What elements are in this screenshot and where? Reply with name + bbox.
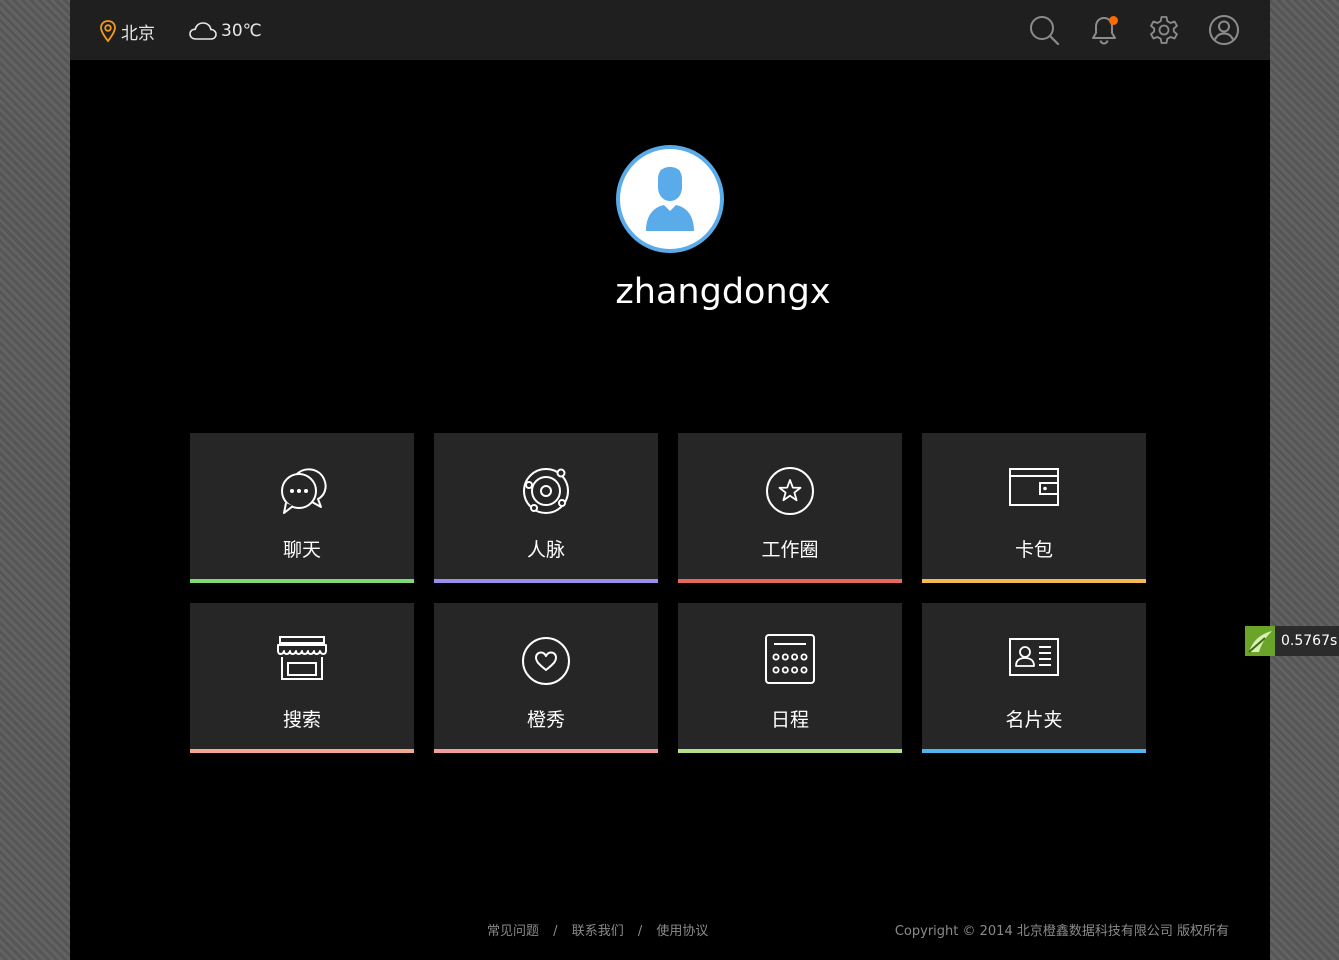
storefront-icon bbox=[277, 636, 327, 680]
tile-chengxiu[interactable]: 橙秀 bbox=[434, 603, 658, 753]
footer-links: 常见问题 / 联系我们 / 使用协议 bbox=[487, 920, 708, 939]
tile-accent-bar bbox=[190, 749, 414, 753]
leaf-logo-icon bbox=[1245, 626, 1275, 656]
tile-schedule[interactable]: 日程 bbox=[678, 603, 902, 753]
calendar-grid-icon bbox=[765, 634, 815, 684]
user-icon[interactable] bbox=[1208, 14, 1240, 46]
copyright-text: Copyright © 2014 北京橙鑫数据科技有限公司 版权所有 bbox=[894, 924, 1229, 939]
perf-timer-badge[interactable]: 0.5767s bbox=[1245, 626, 1339, 656]
network-orbit-icon bbox=[523, 468, 569, 514]
tile-network[interactable]: 人脉 bbox=[434, 433, 658, 583]
tile-label: 卡包 bbox=[1014, 539, 1053, 561]
top-bar: 北京 30℃ bbox=[70, 0, 1270, 60]
contact-card-icon bbox=[1009, 638, 1059, 676]
tile-chat[interactable]: 聊天 bbox=[190, 433, 414, 583]
avatar[interactable] bbox=[616, 145, 724, 253]
location-label: 北京 bbox=[121, 23, 155, 44]
tile-accent-bar bbox=[434, 749, 658, 753]
notification-badge bbox=[1109, 16, 1118, 25]
star-circle-icon bbox=[766, 467, 814, 515]
user-silhouette-icon bbox=[646, 167, 694, 231]
tile-accent-bar bbox=[434, 579, 658, 583]
weather-indicator: 30℃ bbox=[188, 18, 262, 44]
heart-circle-icon bbox=[522, 637, 570, 685]
faq-link[interactable]: 常见问题 bbox=[487, 924, 539, 939]
tile-wallet[interactable]: 卡包 bbox=[922, 433, 1146, 583]
tile-label: 工作圈 bbox=[761, 539, 819, 561]
tile-accent-bar bbox=[678, 579, 902, 583]
username: zhangdongx bbox=[615, 272, 831, 312]
search-icon[interactable] bbox=[1028, 14, 1060, 46]
tile-label: 人脉 bbox=[526, 539, 565, 561]
footer-separator: / bbox=[637, 924, 643, 939]
temperature-label: 30℃ bbox=[221, 21, 262, 41]
location-pin-icon bbox=[100, 20, 116, 43]
location-selector[interactable]: 北京 bbox=[98, 18, 155, 44]
timer-value: 0.5767s bbox=[1281, 633, 1338, 649]
terms-of-use-link[interactable]: 使用协议 bbox=[656, 924, 708, 939]
tile-search[interactable]: 搜索 bbox=[190, 603, 414, 753]
tile-label: 日程 bbox=[770, 709, 809, 731]
tile-card-holder[interactable]: 名片夹 bbox=[922, 603, 1146, 753]
tile-accent-bar bbox=[922, 749, 1146, 753]
cloud-icon bbox=[189, 22, 217, 40]
tile-accent-bar bbox=[190, 579, 414, 583]
tile-accent-bar bbox=[678, 749, 902, 753]
tile-label: 聊天 bbox=[282, 539, 321, 561]
contact-us-link[interactable]: 联系我们 bbox=[572, 924, 624, 939]
tile-work-circle[interactable]: 工作圈 bbox=[678, 433, 902, 583]
tile-label: 名片夹 bbox=[1005, 709, 1063, 731]
tile-accent-bar bbox=[922, 579, 1146, 583]
app-window: 北京 30℃ zhangdongx 聊天 人脉 工作圈 卡包 搜索 橙秀 日程 … bbox=[70, 0, 1270, 960]
tile-label: 橙秀 bbox=[526, 709, 565, 731]
footer-separator: / bbox=[553, 924, 558, 939]
tile-label: 搜索 bbox=[282, 709, 321, 731]
gear-icon[interactable] bbox=[1148, 14, 1180, 46]
wallet-icon bbox=[1009, 468, 1059, 506]
chat-bubbles-icon bbox=[281, 468, 327, 514]
